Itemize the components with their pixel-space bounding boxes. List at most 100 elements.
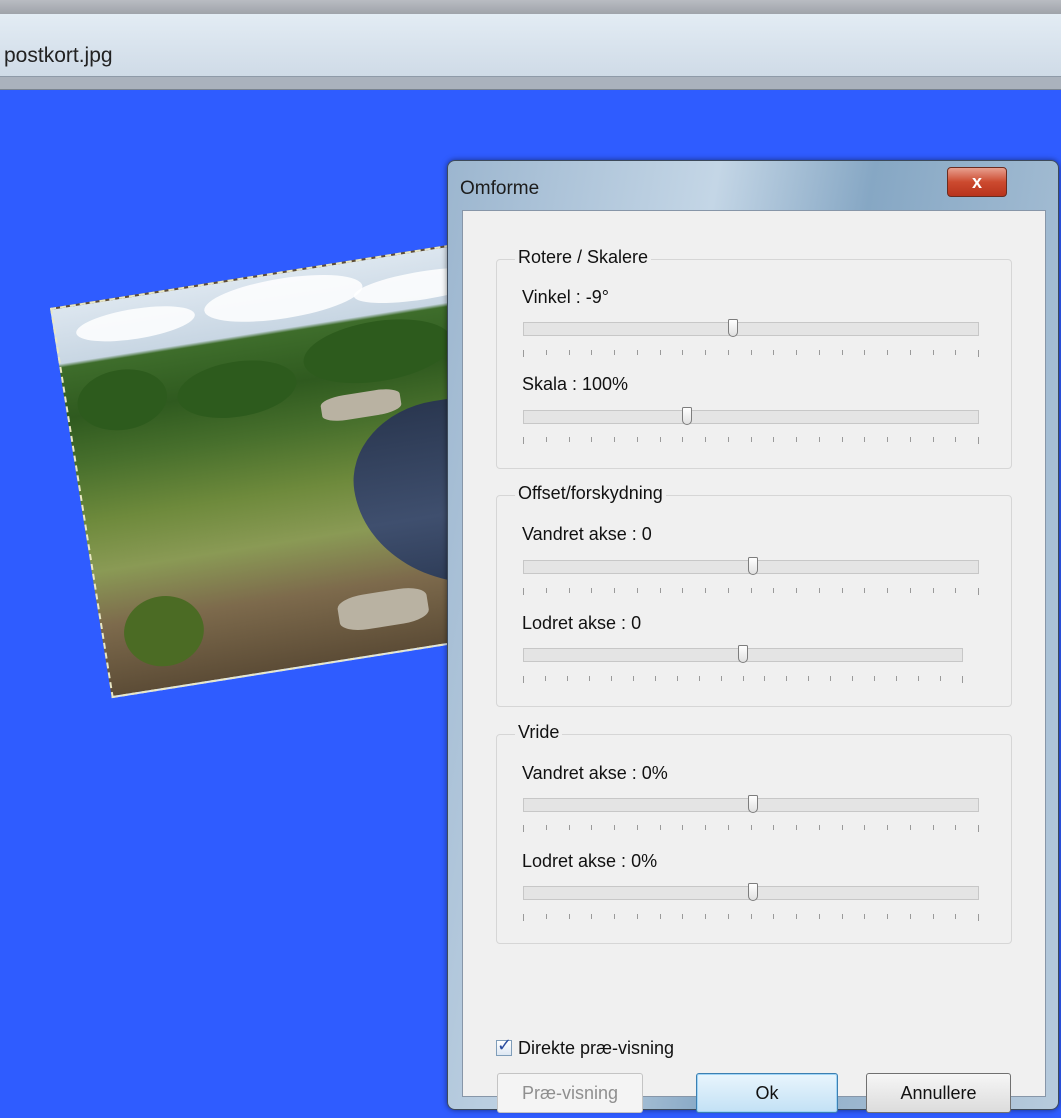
slider-tick bbox=[819, 350, 820, 355]
live-preview-checkbox[interactable]: ✓ bbox=[496, 1035, 512, 1056]
skew-horizontal-slider[interactable] bbox=[523, 795, 979, 813]
slider-tick bbox=[523, 350, 524, 357]
slider-tick bbox=[933, 437, 934, 442]
slider-tick bbox=[655, 676, 656, 681]
window-top-strip bbox=[0, 0, 1061, 14]
slider-tick bbox=[633, 676, 634, 681]
ok-button[interactable]: Ok bbox=[696, 1073, 838, 1113]
offset-horizontal-thumb[interactable] bbox=[748, 557, 758, 575]
skew-horizontal-thumb[interactable] bbox=[748, 795, 758, 813]
slider-tick bbox=[682, 437, 683, 442]
slider-tick bbox=[910, 437, 911, 442]
slider-tick bbox=[728, 350, 729, 355]
slider-tick bbox=[887, 350, 888, 355]
slider-tick bbox=[682, 914, 683, 919]
slider-tick bbox=[955, 350, 956, 355]
document-frame-edge bbox=[0, 77, 1061, 90]
transform-dialog: Omforme x Rotere / Skalere Vinkel : -9° … bbox=[447, 160, 1059, 1113]
slider-tick bbox=[721, 676, 722, 681]
skew-horizontal-ticks bbox=[523, 825, 979, 833]
slider-tick bbox=[896, 676, 897, 681]
slider-tick bbox=[728, 825, 729, 830]
skew-vertical-ticks bbox=[523, 914, 979, 922]
slider-tick bbox=[819, 825, 820, 830]
slider-tick bbox=[910, 588, 911, 593]
slider-tick bbox=[682, 825, 683, 830]
slider-tick bbox=[591, 437, 592, 442]
slider-tick bbox=[660, 437, 661, 442]
slider-tick bbox=[842, 914, 843, 919]
slider-tick bbox=[751, 350, 752, 355]
close-button[interactable]: x bbox=[947, 167, 1007, 197]
slider-tick bbox=[523, 437, 524, 444]
slider-tick bbox=[728, 914, 729, 919]
offset-vertical-label: Lodret akse : 0 bbox=[522, 613, 642, 633]
slider-tick bbox=[864, 437, 865, 442]
slider-tick bbox=[660, 350, 661, 355]
offset-horizontal-label: Vandret akse : 0 bbox=[522, 524, 652, 544]
slider-tick bbox=[940, 676, 941, 681]
slider-tick bbox=[910, 914, 911, 919]
slider-tick bbox=[751, 437, 752, 442]
slider-tick bbox=[978, 437, 979, 444]
slider-tick bbox=[910, 825, 911, 830]
scale-slider-thumb[interactable] bbox=[682, 407, 692, 425]
slider-tick bbox=[796, 588, 797, 593]
slider-tick bbox=[864, 588, 865, 593]
preview-button[interactable]: Præ-visning bbox=[497, 1073, 643, 1113]
slider-tick bbox=[614, 825, 615, 830]
offset-vertical-ticks bbox=[523, 676, 963, 684]
slider-tick bbox=[978, 350, 979, 357]
slider-tick bbox=[933, 350, 934, 355]
skew-vertical-thumb[interactable] bbox=[748, 883, 758, 901]
skew-vertical-slider[interactable] bbox=[523, 883, 979, 901]
slider-tick bbox=[955, 914, 956, 919]
slider-tick bbox=[546, 588, 547, 593]
slider-tick bbox=[614, 914, 615, 919]
slider-tick bbox=[569, 825, 570, 830]
slider-tick bbox=[637, 350, 638, 355]
offset-vertical-slider[interactable] bbox=[523, 645, 963, 663]
slider-tick bbox=[830, 676, 831, 681]
dialog-title: Omforme bbox=[460, 178, 540, 199]
slider-tick bbox=[773, 437, 774, 442]
slider-tick bbox=[637, 914, 638, 919]
angle-slider[interactable] bbox=[523, 319, 979, 337]
slider-tick bbox=[546, 350, 547, 355]
slider-tick bbox=[933, 588, 934, 593]
document-titlebar: postkort.jpg bbox=[0, 14, 1061, 77]
slider-tick bbox=[523, 825, 524, 832]
slider-tick bbox=[523, 676, 524, 683]
slider-tick bbox=[591, 825, 592, 830]
slider-tick bbox=[887, 437, 888, 442]
slider-tick bbox=[773, 350, 774, 355]
dialog-body: Rotere / Skalere Vinkel : -9° Skala : 10… bbox=[462, 210, 1046, 1113]
slider-tick bbox=[546, 825, 547, 830]
slider-tick bbox=[819, 588, 820, 593]
slider-tick bbox=[682, 350, 683, 355]
slider-tick bbox=[842, 588, 843, 593]
angle-slider-thumb[interactable] bbox=[728, 319, 738, 337]
offset-horizontal-slider[interactable] bbox=[523, 557, 979, 575]
slider-tick bbox=[751, 588, 752, 593]
offset-horizontal-ticks bbox=[523, 588, 979, 596]
slider-tick bbox=[705, 914, 706, 919]
slider-tick bbox=[887, 588, 888, 593]
slider-tick bbox=[677, 676, 678, 681]
slider-tick bbox=[852, 676, 853, 681]
group-title-skew: Vride bbox=[515, 722, 563, 743]
live-preview-checkbox-row[interactable]: ✓ Direkte præ-visning bbox=[496, 1035, 674, 1059]
slider-tick bbox=[887, 825, 888, 830]
offset-vertical-thumb[interactable] bbox=[738, 645, 748, 663]
cancel-button[interactable]: Annullere bbox=[866, 1073, 1011, 1113]
scale-label: Skala : 100% bbox=[522, 374, 629, 394]
slider-tick bbox=[637, 588, 638, 593]
slider-tick bbox=[589, 676, 590, 681]
slider-tick bbox=[611, 676, 612, 681]
angle-label: Vinkel : -9° bbox=[522, 287, 609, 307]
slider-tick bbox=[887, 914, 888, 919]
slider-tick bbox=[796, 914, 797, 919]
slider-tick bbox=[955, 437, 956, 442]
scale-slider[interactable] bbox=[523, 407, 979, 425]
slider-tick bbox=[864, 350, 865, 355]
